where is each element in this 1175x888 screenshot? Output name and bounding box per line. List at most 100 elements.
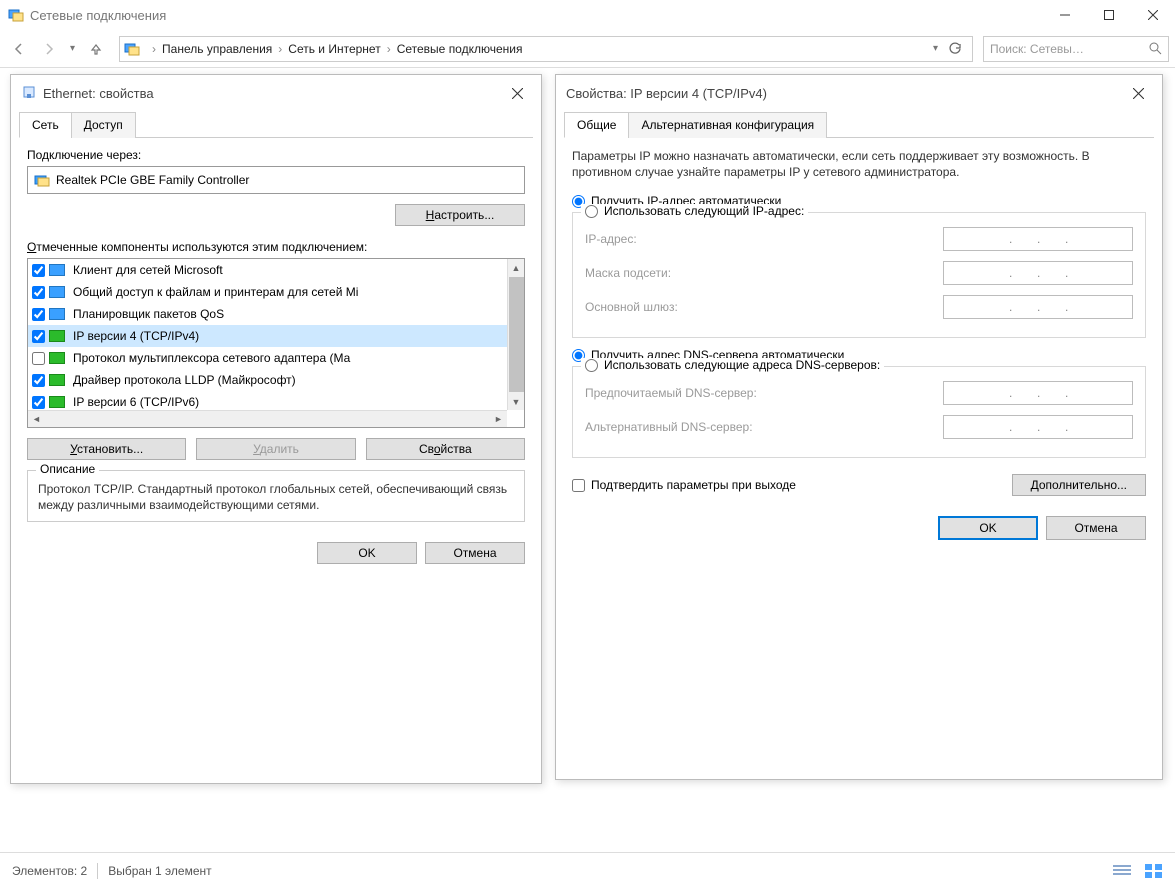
component-row[interactable]: Планировщик пакетов QoS <box>28 303 524 325</box>
close-button[interactable] <box>1131 0 1175 30</box>
component-icon <box>49 308 65 320</box>
component-label: Планировщик пакетов QoS <box>73 307 224 321</box>
component-row[interactable]: IP версии 4 (TCP/IPv4) <box>28 325 524 347</box>
back-button[interactable] <box>6 36 32 62</box>
configure-button[interactable]: Настроить... <box>395 204 525 226</box>
tab-network[interactable]: Сеть <box>19 112 72 138</box>
ip-address-label: IP-адрес: <box>585 232 943 246</box>
component-label: IP версии 6 (TCP/IPv6) <box>73 395 199 409</box>
selected-count-label: Выбран 1 элемент <box>108 864 211 878</box>
gateway-input: ... <box>943 295 1133 319</box>
component-row[interactable]: Общий доступ к файлам и принтерам для се… <box>28 281 524 303</box>
minimize-button[interactable] <box>1043 0 1087 30</box>
radio-manual-ip[interactable]: Использовать следующий IP-адрес: <box>585 204 804 218</box>
connect-via-label: Подключение через: <box>27 148 525 162</box>
network-connections-icon <box>124 41 140 57</box>
ethernet-body: Подключение через: Realtek PCIe GBE Fami… <box>11 138 541 532</box>
component-label: Протокол мультиплексора сетевого адаптер… <box>73 351 350 365</box>
chevron-right-icon: › <box>146 42 162 56</box>
ok-button[interactable]: OK <box>938 516 1038 540</box>
breadcrumb-item[interactable]: Сеть и Интернет <box>288 42 380 56</box>
component-checkbox[interactable] <box>32 286 45 299</box>
component-checkbox[interactable] <box>32 352 45 365</box>
search-input[interactable]: Поиск: Сетевы… <box>983 36 1169 62</box>
component-checkbox[interactable] <box>32 396 45 409</box>
breadcrumb-dropdown-icon[interactable]: ▾ <box>933 43 938 54</box>
tiles-view-icon[interactable] <box>1145 864 1163 878</box>
ipv4-tabs: Общие Альтернативная конфигурация <box>564 111 1154 138</box>
chevron-right-icon: › <box>272 42 288 56</box>
nav-toolbar: ▾ › Панель управления › Сеть и Интернет … <box>0 30 1175 68</box>
ethernet-icon <box>21 85 37 101</box>
dialog-titlebar: Ethernet: свойства <box>11 75 541 111</box>
ipv4-properties-dialog: Свойства: IP версии 4 (TCP/IPv4) Общие А… <box>555 74 1163 780</box>
scroll-left-icon[interactable]: ◄ <box>28 411 45 428</box>
cancel-button[interactable]: Отмена <box>1046 516 1146 540</box>
ethernet-footer: OK Отмена <box>11 532 541 578</box>
alternate-dns-input: ... <box>943 415 1133 439</box>
history-dropdown-icon[interactable]: ▾ <box>70 43 75 54</box>
component-icon <box>49 374 65 386</box>
description-legend: Описание <box>36 462 99 476</box>
component-icon <box>49 396 65 408</box>
window-titlebar: Сетевые подключения <box>0 0 1175 30</box>
components-label: Отмеченные компоненты используются этим … <box>27 240 525 254</box>
radio-manual-dns-input[interactable] <box>585 359 598 372</box>
ipv4-footer: OK Отмена <box>556 506 1162 554</box>
subnet-mask-input: ... <box>943 261 1133 285</box>
adapter-field[interactable]: Realtek PCIe GBE Family Controller <box>27 166 525 194</box>
component-label: Общий доступ к файлам и принтерам для се… <box>73 285 358 299</box>
component-checkbox[interactable] <box>32 374 45 387</box>
adapter-icon <box>34 172 50 188</box>
scroll-thumb[interactable] <box>509 277 524 392</box>
scroll-down-icon[interactable]: ▼ <box>508 393 525 410</box>
component-row[interactable]: Клиент для сетей Microsoft <box>28 259 524 281</box>
component-icon <box>49 352 65 364</box>
dialog-close-button[interactable] <box>1124 79 1152 107</box>
ok-button[interactable]: OK <box>317 542 417 564</box>
description-group: Описание Протокол TCP/IP. Стандартный пр… <box>27 470 525 522</box>
component-checkbox[interactable] <box>32 308 45 321</box>
refresh-button[interactable] <box>942 36 968 62</box>
vertical-scrollbar[interactable]: ▲ ▼ <box>507 259 524 410</box>
validate-checkbox[interactable] <box>572 479 585 492</box>
adapter-name: Realtek PCIe GBE Family Controller <box>56 173 249 187</box>
dialog-close-button[interactable] <box>503 79 531 107</box>
breadcrumb-item[interactable]: Сетевые подключения <box>397 42 523 56</box>
radio-manual-dns[interactable]: Использовать следующие адреса DNS-сервер… <box>585 358 880 372</box>
properties-button[interactable]: Свойства <box>366 438 525 460</box>
component-row[interactable]: Протокол мультиплексора сетевого адаптер… <box>28 347 524 369</box>
component-icon <box>49 286 65 298</box>
tab-access[interactable]: Доступ <box>71 112 136 138</box>
breadcrumb-item[interactable]: Панель управления <box>162 42 272 56</box>
forward-button[interactable] <box>36 36 62 62</box>
window-title: Сетевые подключения <box>30 8 166 23</box>
cancel-button[interactable]: Отмена <box>425 542 525 564</box>
breadcrumb-bar[interactable]: › Панель управления › Сеть и Интернет › … <box>119 36 973 62</box>
horizontal-scrollbar[interactable]: ◄ ► <box>28 410 507 427</box>
description-text: Протокол TCP/IP. Стандартный протокол гл… <box>38 481 514 513</box>
details-view-icon[interactable] <box>1113 864 1131 878</box>
tab-general[interactable]: Общие <box>564 112 629 138</box>
component-row[interactable]: Драйвер протокола LLDP (Майкрософт) <box>28 369 524 391</box>
ethernet-properties-dialog: Ethernet: свойства Сеть Доступ Подключен… <box>10 74 542 784</box>
dialog-titlebar: Свойства: IP версии 4 (TCP/IPv4) <box>556 75 1162 111</box>
ipv4-intro: Параметры IP можно назначать автоматичес… <box>572 148 1146 180</box>
components-list[interactable]: Клиент для сетей Microsoft Общий доступ к… <box>27 258 525 428</box>
manual-ip-group: Использовать следующий IP-адрес: IP-адре… <box>572 212 1146 338</box>
remove-button: Удалить <box>196 438 355 460</box>
scroll-up-icon[interactable]: ▲ <box>508 259 525 276</box>
validate-checkbox-row[interactable]: Подтвердить параметры при выходе <box>572 478 796 492</box>
up-button[interactable] <box>83 36 109 62</box>
tab-alternate[interactable]: Альтернативная конфигурация <box>628 112 827 138</box>
component-checkbox[interactable] <box>32 264 45 277</box>
component-checkbox[interactable] <box>32 330 45 343</box>
gateway-label: Основной шлюз: <box>585 300 943 314</box>
radio-manual-ip-input[interactable] <box>585 205 598 218</box>
manual-dns-group: Использовать следующие адреса DNS-сервер… <box>572 366 1146 458</box>
maximize-button[interactable] <box>1087 0 1131 30</box>
scroll-right-icon[interactable]: ► <box>490 411 507 428</box>
component-label: Драйвер протокола LLDP (Майкрософт) <box>73 373 296 387</box>
advanced-button[interactable]: Дополнительно... <box>1012 474 1146 496</box>
install-button[interactable]: Установить... <box>27 438 186 460</box>
